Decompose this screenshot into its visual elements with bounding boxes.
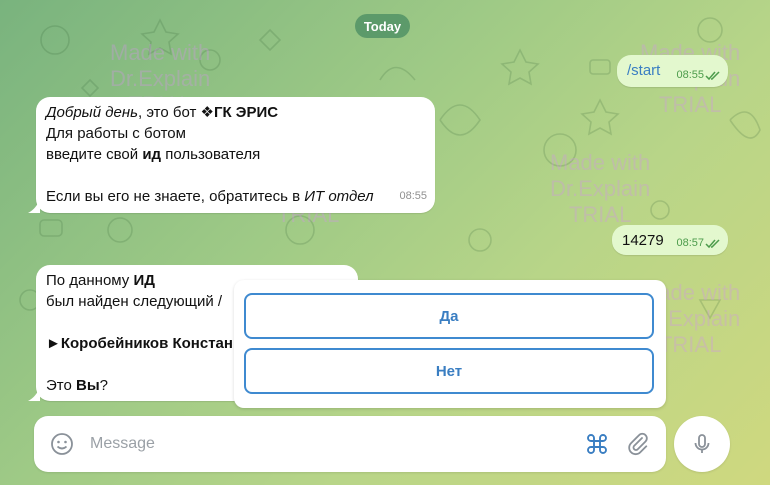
message-text: 14279 [622, 232, 664, 249]
message-time: 08:57 [676, 237, 704, 249]
incoming-message[interactable]: Добрый день, это бот ❖ГК ЭРИС Для работы… [36, 97, 435, 213]
message-text: Добрый день, это бот ❖ГК ЭРИС Для работы… [46, 104, 374, 205]
watermark: Made withDr.ExplainTRIAL [550, 150, 651, 227]
command-icon[interactable] [585, 432, 609, 456]
message-time: 08:55 [676, 69, 704, 81]
double-check-icon [705, 239, 720, 249]
mic-icon [694, 434, 710, 453]
date-separator: Today [355, 14, 410, 38]
outgoing-message[interactable]: /start 08:55 [617, 55, 728, 87]
bubble-tail [28, 199, 40, 213]
yes-button[interactable]: Да [244, 293, 654, 339]
message-text: По данному ИД был найден следующий / ►Ко… [46, 272, 233, 394]
attach-icon[interactable] [626, 432, 650, 456]
message-input[interactable]: Message [90, 435, 155, 453]
bubble-tail [28, 387, 40, 401]
no-button[interactable]: Нет [244, 348, 654, 394]
reply-keyboard: Да Нет [234, 280, 666, 408]
mic-button[interactable] [674, 416, 730, 472]
message-time: 08:55 [399, 190, 427, 202]
message-composer[interactable]: Message [34, 416, 666, 472]
outgoing-message[interactable]: 14279 08:57 [612, 225, 728, 255]
emoji-icon[interactable] [50, 432, 74, 456]
message-text[interactable]: /start [627, 62, 660, 79]
double-check-icon [705, 71, 720, 81]
